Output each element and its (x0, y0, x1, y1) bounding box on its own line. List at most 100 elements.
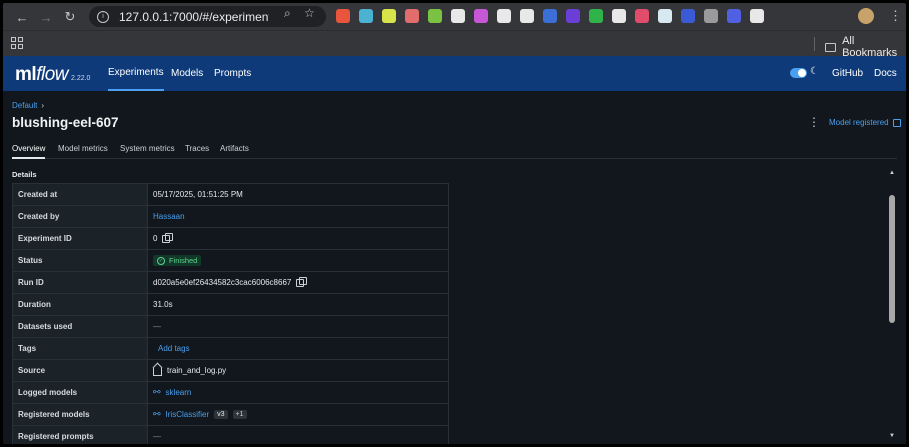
logged-model-link[interactable]: sklearn (166, 388, 192, 397)
back-arrow-icon[interactable]: ← (11, 6, 33, 28)
nav-experiments[interactable]: Experiments (108, 56, 164, 91)
datasets-text: — (153, 322, 161, 331)
source-value: train_and_log.py (148, 360, 448, 381)
extension-icon[interactable] (336, 9, 350, 23)
registered-models-value: ⚯ IrisClassifier v3 +1 (148, 404, 448, 425)
chevron-right-icon: › (41, 101, 45, 110)
registered-model-link[interactable]: IrisClassifier (166, 410, 210, 419)
extension-icon[interactable] (451, 9, 465, 23)
extension-icon[interactable] (612, 9, 626, 23)
tab-traces[interactable]: Traces (185, 144, 209, 159)
zoom-icon[interactable]: ⌕ (284, 6, 291, 21)
github-link[interactable]: GitHub (832, 68, 863, 79)
created-by-link[interactable]: Hassaan (153, 212, 185, 221)
source-label: Source (13, 360, 148, 381)
experiment-id-text: 0 (153, 234, 158, 243)
extension-icon[interactable] (635, 9, 649, 23)
mlflow-logo[interactable]: ml flow 2.22.0 (15, 64, 90, 86)
table-row: Status ✓ Finished (13, 250, 448, 272)
table-row: Registered models ⚯ IrisClassifier v3 +1 (13, 404, 448, 426)
extension-icon[interactable] (704, 9, 718, 23)
apps-grid-icon[interactable] (11, 37, 23, 49)
extension-icon[interactable] (474, 9, 488, 23)
browser-toolbar: ← → ↻ i 127.0.0.1:7000/#/experiments/0/r… (3, 3, 906, 30)
profile-avatar[interactable] (858, 8, 874, 24)
logo-ml-text: ml (15, 64, 37, 85)
tags-value: Add tags (148, 338, 448, 359)
status-label: Status (13, 250, 148, 271)
scroll-down-icon[interactable]: ▼ (889, 433, 895, 439)
bookmark-star-icon[interactable]: ☆ (304, 6, 315, 20)
moon-icon: ☾ (810, 66, 819, 77)
external-link-icon (892, 118, 901, 127)
source-file-icon (153, 367, 162, 376)
reload-icon[interactable]: ↻ (59, 6, 81, 28)
mlflow-header: ml flow 2.22.0 Experiments Models Prompt… (3, 56, 906, 91)
registered-models-label: Registered models (13, 404, 148, 425)
experiment-id-label: Experiment ID (13, 228, 148, 249)
tab-artifacts[interactable]: Artifacts (220, 144, 249, 159)
copy-icon[interactable] (162, 232, 174, 243)
logged-models-label: Logged models (13, 382, 148, 403)
status-text: Finished (169, 256, 198, 265)
table-row: Created by Hassaan (13, 206, 448, 228)
scroll-thumb[interactable] (889, 195, 895, 323)
extension-icon[interactable] (543, 9, 557, 23)
table-row: Tags Add tags (13, 338, 448, 360)
extension-icon[interactable] (497, 9, 511, 23)
created-at-text: 05/17/2025, 01:51:25 PM (153, 190, 243, 199)
nav-models[interactable]: Models (171, 56, 203, 91)
extension-icon[interactable] (750, 9, 764, 23)
table-row: Logged models ⚯ sklearn (13, 382, 448, 404)
created-by-value: Hassaan (148, 206, 448, 227)
created-by-label: Created by (13, 206, 148, 227)
extension-icon[interactable] (681, 9, 695, 23)
duration-label: Duration (13, 294, 148, 315)
url-text: 127.0.0.1:7000/#/experiments/0/ru... (119, 9, 269, 24)
table-row: Datasets used — (13, 316, 448, 338)
theme-toggle[interactable] (790, 68, 807, 78)
run-actions-icon[interactable]: ⋮ (808, 115, 820, 129)
more-models-badge[interactable]: +1 (232, 410, 247, 419)
tab-model-metrics[interactable]: Model metrics (58, 144, 108, 159)
browser-window: ← → ↻ i 127.0.0.1:7000/#/experiments/0/r… (3, 3, 906, 444)
tags-label: Tags (13, 338, 148, 359)
logo-flow-text: flow (36, 64, 68, 85)
model-registered-link[interactable]: Model registered (829, 118, 901, 127)
extension-icon[interactable] (658, 9, 672, 23)
datasets-label: Datasets used (13, 316, 148, 337)
extension-icon[interactable] (727, 9, 741, 23)
copy-icon[interactable] (296, 276, 308, 287)
breadcrumb-default-link[interactable]: Default (12, 101, 37, 110)
add-tags-button[interactable]: Add tags (158, 344, 190, 353)
table-row: Experiment ID 0 (13, 228, 448, 250)
registered-prompts-label: Registered prompts (13, 426, 148, 444)
run-id-value: d020a5e0ef26434582c3cac6006c8667 (148, 272, 448, 293)
extension-icon[interactable] (520, 9, 534, 23)
extension-icon[interactable] (428, 9, 442, 23)
extension-icon[interactable] (359, 9, 373, 23)
scroll-up-icon[interactable]: ▲ (889, 170, 895, 176)
registered-prompts-value: — (148, 426, 448, 444)
browser-menu-icon[interactable]: ⋮ (889, 7, 902, 25)
logged-models-value: ⚯ sklearn (148, 382, 448, 403)
version-label: 2.22.0 (70, 75, 91, 82)
extension-icon[interactable] (405, 9, 419, 23)
source-text[interactable]: train_and_log.py (167, 366, 226, 375)
model-registered-label: Model registered (829, 118, 889, 127)
extension-icon[interactable] (382, 9, 396, 23)
forward-arrow-icon[interactable]: → (35, 6, 57, 28)
extensions-row (336, 9, 764, 23)
nav-prompts[interactable]: Prompts (214, 56, 251, 91)
extension-icon[interactable] (589, 9, 603, 23)
extension-icon[interactable] (566, 9, 580, 23)
docs-link[interactable]: Docs (874, 68, 897, 79)
tab-system-metrics[interactable]: System metrics (120, 144, 175, 159)
folder-icon (825, 42, 837, 52)
site-info-icon[interactable]: i (97, 10, 109, 23)
registered-prompts-text: — (153, 432, 161, 441)
duration-text: 31.0s (153, 300, 173, 309)
tab-overview[interactable]: Overview (12, 144, 46, 159)
run-id-label: Run ID (13, 272, 148, 293)
page-scrollbar[interactable]: ▲ ▼ (887, 167, 897, 444)
